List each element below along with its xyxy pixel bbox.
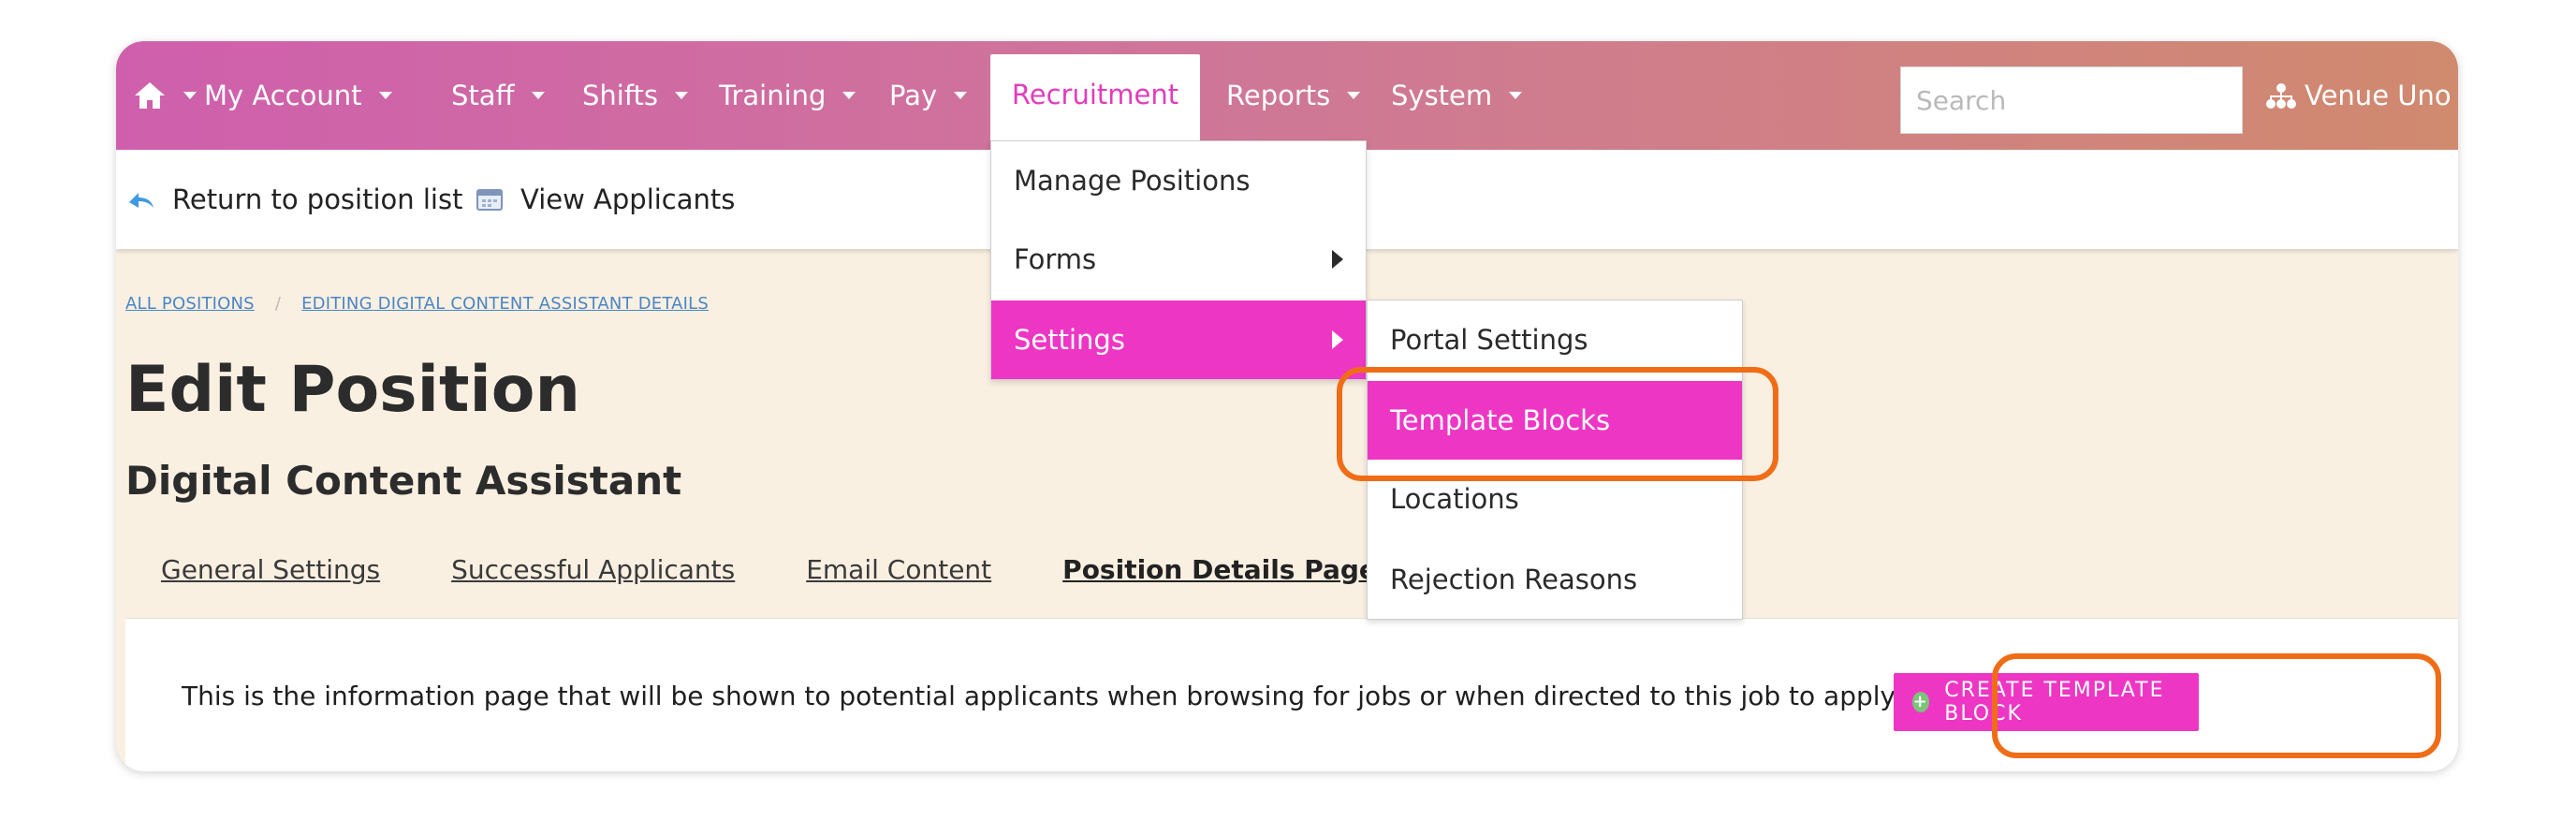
nav-home[interactable]: [133, 41, 197, 150]
menu-item-label: Rejection Reasons: [1390, 564, 1638, 595]
nav-label: My Account: [204, 80, 362, 111]
return-label: Return to position list: [172, 183, 463, 215]
breadcrumb-editing-position[interactable]: EDITING DIGITAL CONTENT ASSISTANT DETAIL…: [301, 294, 709, 314]
sitemap-icon: [2266, 83, 2296, 109]
recruitment-dropdown: Manage Positions Forms Settings: [990, 140, 1367, 380]
tab-email-content[interactable]: Email Content: [806, 554, 991, 585]
menu-item-rejection-reasons[interactable]: Rejection Reasons: [1368, 540, 1742, 619]
nav-my-account[interactable]: My Account: [204, 41, 392, 150]
chevron-down-icon: [531, 92, 545, 99]
nav-label: Training: [719, 80, 827, 111]
position-tabs: General Settings Successful Applicants E…: [161, 554, 1448, 585]
chevron-down-icon: [1509, 92, 1523, 99]
menu-item-label: Manage Positions: [1014, 165, 1251, 197]
breadcrumb-separator: /: [274, 294, 282, 314]
chevron-down-icon: [183, 92, 197, 99]
view-applicants-link[interactable]: View Applicants: [476, 150, 735, 249]
menu-item-label: Portal Settings: [1390, 324, 1588, 356]
nav-reports[interactable]: Reports: [1226, 41, 1361, 150]
menu-item-manage-positions[interactable]: Manage Positions: [991, 141, 1366, 220]
home-icon: [135, 82, 165, 109]
breadcrumb-all-positions[interactable]: ALL POSITIONS: [125, 294, 255, 314]
nav-label: System: [1391, 80, 1493, 111]
nav-system[interactable]: System: [1391, 41, 1523, 150]
return-to-list-link[interactable]: Return to position list: [127, 150, 462, 249]
tab-general-settings[interactable]: General Settings: [161, 554, 380, 585]
chevron-down-icon: [954, 92, 968, 99]
nav-shifts[interactable]: Shifts: [582, 41, 689, 150]
chevron-down-icon: [1347, 92, 1361, 99]
search-input[interactable]: Search: [1900, 66, 2243, 134]
breadcrumb: ALL POSITIONS / EDITING DIGITAL CONTENT …: [125, 294, 709, 314]
nav-label: Staff: [451, 80, 515, 111]
menu-item-forms[interactable]: Forms: [991, 220, 1366, 299]
venue-selector[interactable]: Venue Uno: [2265, 41, 2452, 150]
search-placeholder: Search: [1916, 84, 2007, 116]
tab-successful-applicants[interactable]: Successful Applicants: [451, 554, 735, 585]
nav-pay[interactable]: Pay: [889, 41, 968, 150]
chevron-down-icon: [378, 92, 392, 99]
chevron-down-icon: [842, 92, 856, 99]
nav-label: Reports: [1226, 80, 1331, 111]
return-arrow-icon: [129, 193, 154, 208]
page-title: Edit Position: [125, 353, 580, 427]
menu-item-label: Forms: [1014, 243, 1097, 275]
chevron-right-icon: [1332, 250, 1343, 269]
nav-staff[interactable]: Staff: [451, 41, 545, 150]
top-navbar: My Account Staff Shifts Training Pay Rec…: [116, 41, 2458, 165]
menu-item-settings[interactable]: Settings: [991, 300, 1366, 379]
plus-circle-icon: +: [1912, 692, 1930, 712]
view-applicants-label: View Applicants: [520, 183, 736, 215]
tab-position-details-page[interactable]: Position Details Page: [1062, 554, 1377, 585]
page-subtitle: Digital Content Assistant: [125, 458, 682, 504]
nav-label: Recruitment: [1011, 79, 1179, 110]
chevron-right-icon: [1332, 330, 1343, 349]
panel-description: This is the information page that will b…: [182, 680, 1901, 711]
venue-label: Venue Uno: [2305, 80, 2452, 111]
menu-item-label: Locations: [1390, 483, 1519, 515]
menu-item-label: Settings: [1014, 324, 1125, 356]
highlight-callout-create-button: [1992, 653, 2441, 758]
nav-label: Pay: [889, 80, 938, 111]
calendar-icon: [476, 189, 503, 211]
chevron-down-icon: [675, 92, 689, 99]
nav-label: Shifts: [582, 80, 659, 111]
highlight-callout-template-blocks: [1337, 367, 1778, 481]
nav-training[interactable]: Training: [719, 41, 856, 150]
